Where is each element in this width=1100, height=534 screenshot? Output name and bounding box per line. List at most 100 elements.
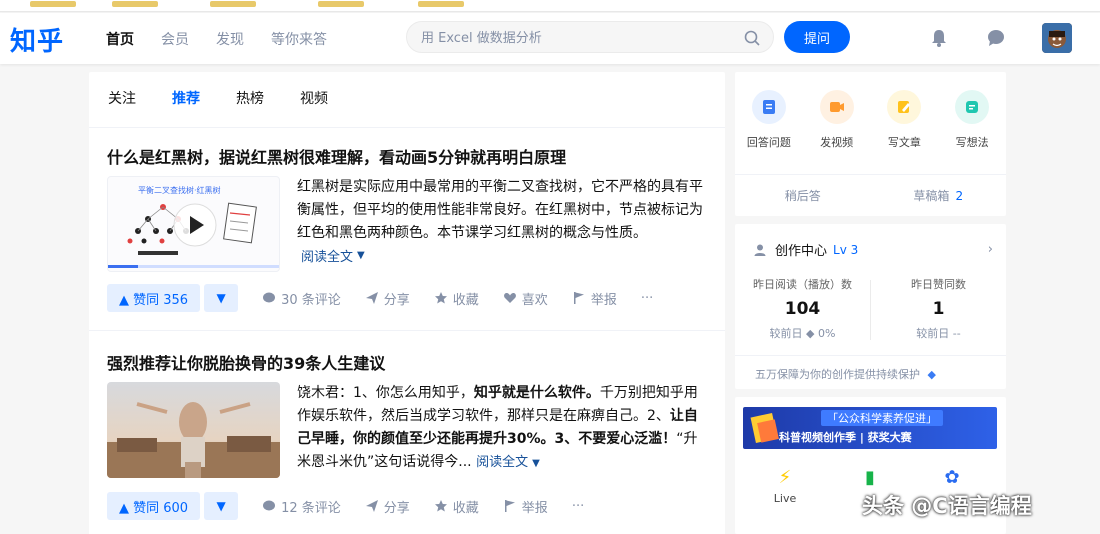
flag-icon (504, 500, 515, 512)
message-icon[interactable] (985, 27, 1007, 49)
share-button[interactable]: 分享 (365, 289, 410, 308)
upvotes-stat-label: 昨日赞同数 (911, 278, 966, 291)
favorite-button[interactable]: 收藏 (434, 289, 479, 308)
bookmark-item[interactable] (30, 1, 76, 7)
nav-vip[interactable]: 会员 (161, 29, 189, 49)
create-card: 回答问题 发视频 写文章 写想法 稍后答 草稿箱 2 (735, 72, 1006, 216)
read-more-label: 阅读全文 (301, 250, 354, 265)
reads-stat-value: 104 (784, 299, 821, 319)
answer-question-button[interactable]: 回答问题 (735, 90, 803, 150)
tab-follow[interactable]: 关注 (108, 88, 136, 108)
favorite-label: 收藏 (452, 292, 479, 308)
comment-label: 30 条评论 (281, 292, 341, 308)
upvotes-stat-compare: 较前日 -- (916, 327, 961, 340)
creator-level: Lv 3 (833, 242, 859, 257)
nav-waiting-answers[interactable]: 等你来答 (271, 29, 327, 49)
drafts-count: 2 (955, 189, 964, 203)
lightning-icon: ⚡ (778, 467, 792, 488)
favorite-button[interactable]: 收藏 (434, 497, 479, 516)
search-icon[interactable] (743, 29, 761, 47)
write-article-button[interactable]: 写文章 (871, 90, 939, 150)
chevron-right-icon[interactable]: › (988, 242, 993, 257)
upvotes-stat[interactable]: 昨日赞同数 1 较前日 -- (871, 276, 1006, 341)
reads-stat[interactable]: 昨日阅读（播放）数 104 较前日 ◆ 0% (735, 276, 870, 341)
report-label: 举报 (590, 292, 617, 308)
share-label: 分享 (383, 292, 410, 308)
report-button[interactable]: 举报 (503, 497, 548, 516)
drafts-button[interactable]: 草稿箱 2 (871, 175, 1007, 216)
downvote-button[interactable]: ▼ (204, 284, 239, 312)
comment-button[interactable]: 30 条评论 (262, 289, 341, 308)
answer-icon (751, 90, 786, 124)
creator-protection-note[interactable]: 五万保障为你的创作提供持续保护 ◆ (735, 355, 1006, 389)
excerpt-text: 饶木君：1、你怎么用知乎， (297, 385, 474, 401)
share-icon (365, 292, 378, 304)
favorite-label: 收藏 (452, 500, 479, 516)
tab-hot[interactable]: 热榜 (236, 88, 264, 108)
book-button[interactable]: ▮ (845, 467, 895, 488)
user-avatar[interactable] (1042, 23, 1072, 53)
report-button[interactable]: 举报 (572, 289, 617, 308)
upvote-button[interactable]: ▲ 赞同 600 (107, 492, 201, 520)
search-box (406, 21, 774, 53)
user-icon (754, 244, 766, 256)
pen-icon (887, 90, 922, 124)
read-more-link[interactable]: 阅读全文 ▼ (476, 454, 540, 470)
bookmark-item[interactable] (210, 1, 256, 7)
play-icon[interactable] (173, 203, 217, 247)
bookmark-item[interactable] (318, 1, 364, 7)
tab-video[interactable]: 视频 (300, 88, 328, 108)
feed-item-title[interactable]: 强烈推荐让你脱胎换骨的39条人生建议 (107, 350, 385, 374)
nav-home[interactable]: 首页 (106, 29, 134, 49)
bookmark-item[interactable] (112, 1, 158, 7)
bookmark-item[interactable] (418, 1, 464, 7)
read-more-link[interactable]: 阅读全文 ▼ (301, 246, 365, 265)
upvotes-stat-value: 1 (932, 299, 945, 319)
flower-button[interactable]: ✿ (927, 467, 977, 488)
more-button[interactable]: ··· (641, 291, 653, 306)
share-icon (365, 500, 378, 512)
video-thumbnail[interactable]: 平衡二叉查找树·红黑树 (107, 176, 280, 272)
like-label: 喜欢 (521, 292, 548, 308)
zhihu-logo[interactable]: 知乎 (10, 21, 64, 58)
like-button[interactable]: 喜欢 (503, 289, 548, 308)
comment-button[interactable]: 12 条评论 (262, 497, 341, 516)
excerpt-text: 红黑树是实际应用中最常用的平衡二叉查找树，它不严格的具有平衡属性，但平均的使用性… (297, 179, 703, 241)
reads-stat-label: 昨日阅读（播放）数 (753, 278, 852, 291)
write-article-label: 写文章 (887, 136, 921, 149)
feed-item-actions: ▲ 赞同 600 ▼ 12 条评论 分享 收藏 举报 ··· (107, 492, 584, 520)
reads-stat-compare: 较前日 ◆ 0% (769, 327, 836, 340)
search-input[interactable] (421, 28, 731, 48)
upvote-button[interactable]: ▲ 赞同 356 (107, 284, 201, 312)
science-promo-banner[interactable]: 「公众科学素养促进」 科普视频创作季 | 获奖大赛 (743, 407, 997, 449)
creator-center-card: 创作中心 Lv 3 › 昨日阅读（播放）数 104 较前日 ◆ 0% 昨日赞同数… (735, 224, 1006, 389)
read-more-label: 阅读全文 (476, 455, 529, 470)
nav-discover[interactable]: 发现 (216, 29, 244, 49)
feed-item-excerpt[interactable]: 饶木君：1、你怎么用知乎，知乎就是什么软件。千万别把知乎用作娱乐软件，然后当成学… (297, 382, 709, 475)
write-thought-label: 写想法 (955, 136, 989, 149)
write-thought-button[interactable]: 写想法 (938, 90, 1006, 150)
share-label: 分享 (383, 500, 410, 516)
feed-item-excerpt[interactable]: 红黑树是实际应用中最常用的平衡二叉查找树，它不严格的具有平衡属性，但平均的使用性… (297, 176, 709, 245)
comment-label: 12 条评论 (281, 500, 341, 516)
watermark: 头条 @C语言编程 (862, 494, 1032, 518)
more-button[interactable]: ··· (572, 499, 584, 514)
share-button[interactable]: 分享 (365, 497, 410, 516)
post-video-button[interactable]: 发视频 (803, 90, 871, 150)
heart-icon (503, 292, 516, 303)
downvote-button[interactable]: ▼ (204, 492, 239, 520)
flag-icon (573, 292, 584, 304)
creator-protection-label: 五万保障为你的创作提供持续保护 (755, 368, 920, 381)
star-icon (434, 500, 447, 512)
report-label: 举报 (521, 500, 548, 516)
live-button[interactable]: ⚡ Live (760, 467, 810, 505)
article-thumbnail[interactable] (107, 382, 280, 478)
sunset-photo (107, 382, 280, 478)
tab-recommend[interactable]: 推荐 (172, 88, 200, 108)
answer-later-button[interactable]: 稍后答 (735, 175, 871, 216)
feed-item-title[interactable]: 什么是红黑树，据说红黑树很难理解，看动画5分钟就再明白原理 (107, 144, 566, 168)
bell-icon[interactable] (928, 27, 950, 49)
creator-center-header[interactable]: 创作中心 Lv 3 › (753, 240, 993, 259)
ask-button[interactable]: 提问 (784, 21, 850, 53)
quick-actions: 回答问题 发视频 写文章 写想法 (735, 90, 1006, 150)
